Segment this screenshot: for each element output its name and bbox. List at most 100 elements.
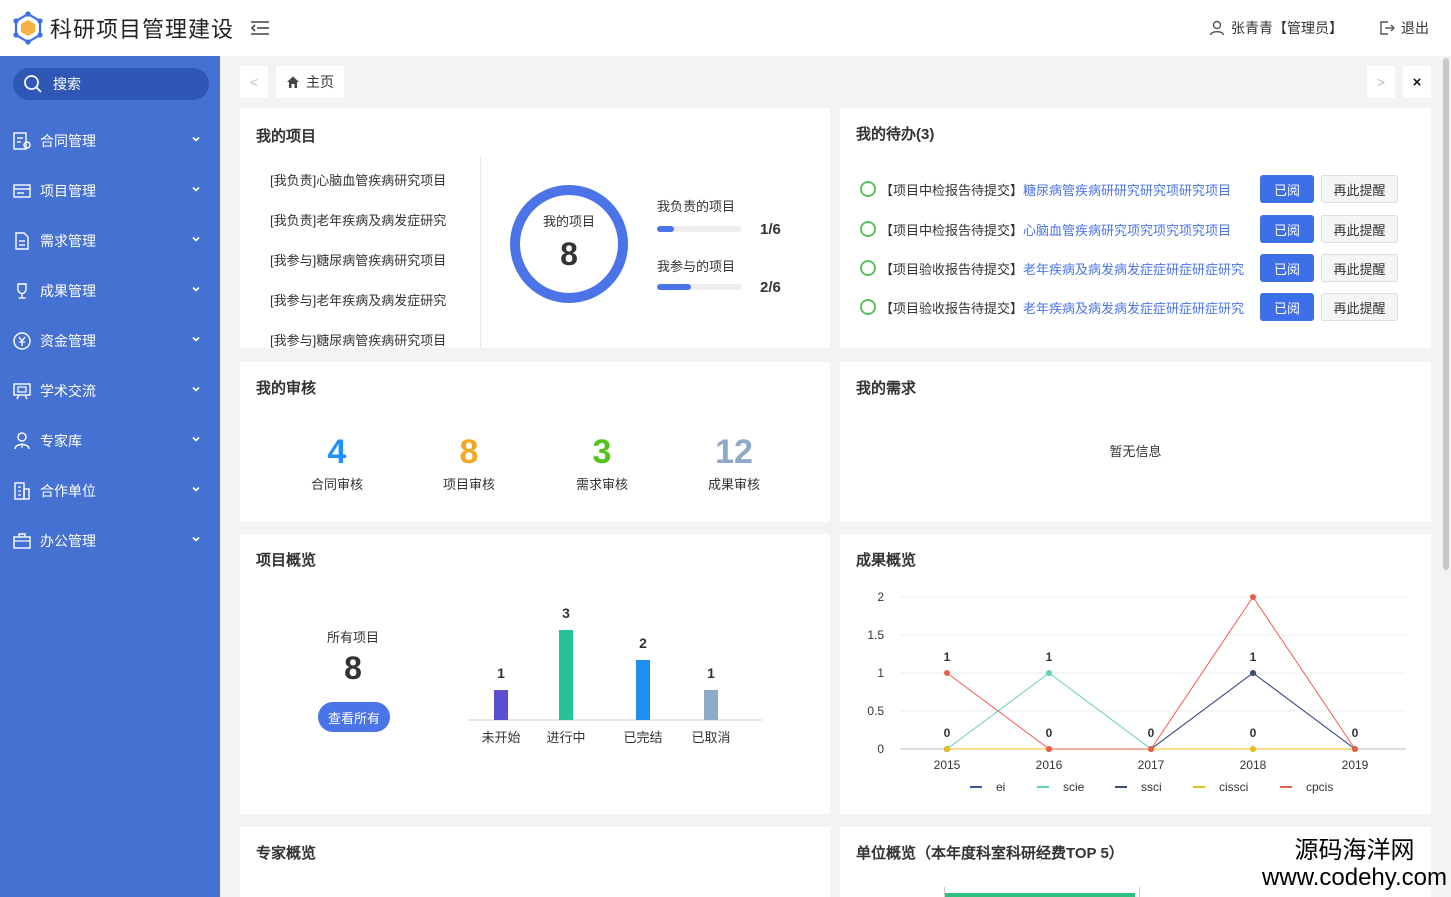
expert-icon (11, 430, 33, 452)
todo-link[interactable]: 心脑血管疾病研究项究项究项究项目 (1023, 220, 1245, 239)
sidebar-nav: 合同管理 项目管理 需求管理 成果管理 资金管理 学术交流 专家库 合作单位 办… (0, 116, 220, 566)
list-item[interactable]: [我负责]心脑血管疾病研究项目 (270, 170, 470, 210)
sidebar-item-label: 合作单位 (40, 483, 96, 499)
legend-label: cissci (1219, 780, 1248, 794)
document-icon (11, 230, 33, 252)
bar (559, 630, 573, 720)
todo-link[interactable]: 糖尿病管疾病研研究研究项研究项目 (1023, 180, 1245, 199)
bar-data-label: 1 (497, 665, 505, 681)
todo-link[interactable]: 老年疾病及病发病发症症研症研症研究 (1023, 259, 1245, 278)
sidebar-item-office[interactable]: 办公管理 (0, 516, 220, 566)
x-tick-label: 2019 (1342, 758, 1369, 772)
x-tick-label: 2018 (1240, 758, 1267, 772)
x-tick-label: 2017 (1138, 758, 1165, 772)
bar (636, 660, 650, 720)
status-circle-icon (860, 221, 876, 237)
sidebar-item-expert[interactable]: 专家库 (0, 416, 220, 466)
chevron-down-icon (192, 336, 200, 342)
review-demand[interactable]: 3 需求审核 (547, 432, 657, 493)
category-label: 进行中 (546, 731, 585, 746)
search-label: 搜索 (53, 76, 81, 92)
project-icon (11, 180, 33, 202)
review-label: 需求审核 (575, 477, 628, 492)
y-tick-label: 0.5 (867, 704, 884, 718)
contract-icon (11, 130, 33, 152)
participate-progress-fill (657, 284, 691, 290)
data-point (1352, 746, 1358, 752)
tab-home[interactable]: 主页 (276, 66, 344, 98)
expert-overview-card: 专家概览 (240, 827, 830, 897)
my-projects-title: 我的项目 (256, 128, 317, 145)
point-data-label: 0 (944, 726, 951, 740)
x-tick-label: 2016 (1036, 758, 1063, 772)
review-count: 12 (715, 433, 753, 471)
data-point (944, 670, 950, 676)
search-icon (24, 75, 42, 93)
chevron-down-icon (192, 436, 200, 442)
chevron-down-icon (192, 286, 200, 292)
data-point (1250, 670, 1256, 676)
mark-read-button[interactable]: 已阅 (1260, 215, 1314, 243)
watermark-line1: 源码海洋网 (1294, 837, 1415, 864)
list-item[interactable]: [我参与]老年疾病及病发症研究 (270, 290, 470, 330)
review-count: 4 (327, 433, 347, 471)
sidebar-item-contract[interactable]: 合同管理 (0, 116, 220, 166)
sidebar-item-demand[interactable]: 需求管理 (0, 216, 220, 266)
chevron-down-icon (192, 136, 200, 142)
sidebar-item-partner[interactable]: 合作单位 (0, 466, 220, 516)
todo-tag: 【项目验收报告待提交】 (880, 261, 1024, 277)
list-item[interactable]: [我参与]糖尿病管疾病研究项目 (270, 330, 470, 348)
remind-again-button[interactable]: 再此提醒 (1321, 254, 1398, 282)
yuan-icon (11, 330, 33, 352)
tab-scroll-right-button[interactable]: > (1367, 66, 1395, 98)
sidebar-item-label: 合同管理 (40, 133, 96, 149)
todo-link[interactable]: 老年疾病及病发病发症症研症研症研究 (1023, 298, 1245, 317)
logout-button[interactable]: 退出 (1379, 18, 1429, 38)
data-point (944, 746, 950, 752)
legend-label: ssci (1141, 780, 1162, 794)
list-item[interactable]: [我参与]糖尿病管疾病研究项目 (270, 250, 470, 290)
remind-again-button[interactable]: 再此提醒 (1321, 293, 1398, 321)
sidebar-item-label: 资金管理 (40, 333, 96, 349)
list-item[interactable]: [我负责]老年疾病及病发症研究 (270, 210, 470, 250)
close-tabs-button[interactable]: × (1403, 66, 1431, 98)
page-scrollbar[interactable] (1443, 58, 1449, 570)
view-all-button[interactable]: 查看所有 (318, 702, 390, 732)
bar-data-label: 3 (562, 605, 570, 621)
sidebar-item-achievement[interactable]: 成果管理 (0, 266, 220, 316)
user-name: 张青青【管理员】 (1231, 20, 1343, 36)
review-achievement[interactable]: 12 成果审核 (679, 432, 789, 493)
chevron-down-icon (192, 386, 200, 392)
sidebar-search[interactable]: 搜索 (13, 68, 209, 100)
point-data-label: 1 (1046, 650, 1053, 664)
sidebar-item-project[interactable]: 项目管理 (0, 166, 220, 216)
point-data-label: 0 (1148, 726, 1155, 740)
responsible-value: 1/6 (760, 221, 781, 238)
logout-icon (1380, 21, 1395, 35)
menu-collapse-icon[interactable] (250, 17, 272, 39)
building-icon (11, 480, 33, 502)
review-contract[interactable]: 4 合同审核 (282, 432, 392, 493)
mark-read-button[interactable]: 已阅 (1260, 293, 1314, 321)
mark-read-button[interactable]: 已阅 (1260, 254, 1314, 282)
remind-again-button[interactable]: 再此提醒 (1321, 215, 1398, 243)
mark-read-button[interactable]: 已阅 (1260, 175, 1314, 203)
status-circle-icon (860, 260, 876, 276)
tab-scroll-left-button[interactable]: < (240, 66, 268, 98)
sidebar-item-academic[interactable]: 学术交流 (0, 366, 220, 416)
achievement-line-chart: 0 0.5 1 1.5 2 2015 2016 2017 2018 2019 1 0 1 0 0 1 0 0 ei s… (867, 590, 1406, 794)
project-overview-title: 项目概览 (256, 552, 317, 569)
achievement-overview-title: 成果概览 (856, 552, 917, 569)
bar-data-label: 2 (639, 635, 647, 651)
ring-value: 8 (560, 236, 578, 272)
user-menu[interactable]: 张青青【管理员】 (1209, 18, 1343, 38)
trophy-icon (11, 280, 33, 302)
remind-again-button[interactable]: 再此提醒 (1321, 175, 1398, 203)
legend-label: scie (1063, 780, 1085, 794)
data-point (1046, 670, 1052, 676)
watermark-line2: www.codehy.com (1262, 864, 1447, 891)
review-project[interactable]: 8 项目审核 (414, 432, 524, 493)
responsible-progress (657, 226, 742, 232)
todo-item: 【项目验收报告待提交】 老年疾病及病发病发症症研症研症研究 已阅 再此提醒 (860, 254, 1400, 282)
sidebar-item-funding[interactable]: 资金管理 (0, 316, 220, 366)
